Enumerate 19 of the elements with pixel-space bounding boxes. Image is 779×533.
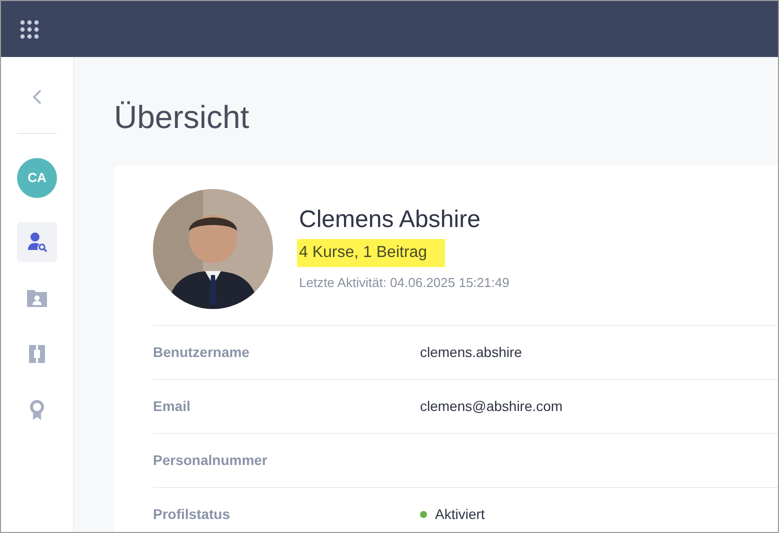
field-label: Email <box>153 397 192 416</box>
profile-name: Clemens Abshire <box>299 205 482 236</box>
bracket-icon <box>28 344 46 364</box>
sidebar-item[interactable] <box>17 222 57 262</box>
user-avatar[interactable]: CA <box>17 158 57 198</box>
profile-summary: 4 Kurse, 1 Beitrag <box>297 239 446 268</box>
app-grid-icon[interactable] <box>20 20 39 38</box>
field-value: clemens@abshire.com <box>420 397 563 416</box>
folder-person-icon <box>26 288 48 308</box>
field-label: Personalnummer <box>153 451 268 470</box>
field-value: clemens.abshire <box>420 343 522 362</box>
field-label: Benutzername <box>153 343 250 362</box>
award-icon <box>28 399 46 421</box>
field-value: Aktiviert <box>435 505 485 524</box>
person-search-icon <box>27 232 47 252</box>
field-label: Profilstatus <box>153 505 232 524</box>
page-title: Übersicht <box>114 98 250 137</box>
back-chevron-icon[interactable] <box>32 89 42 105</box>
last-activity: Letzte Aktivität: 04.06.2025 15:21:49 <box>299 274 510 292</box>
